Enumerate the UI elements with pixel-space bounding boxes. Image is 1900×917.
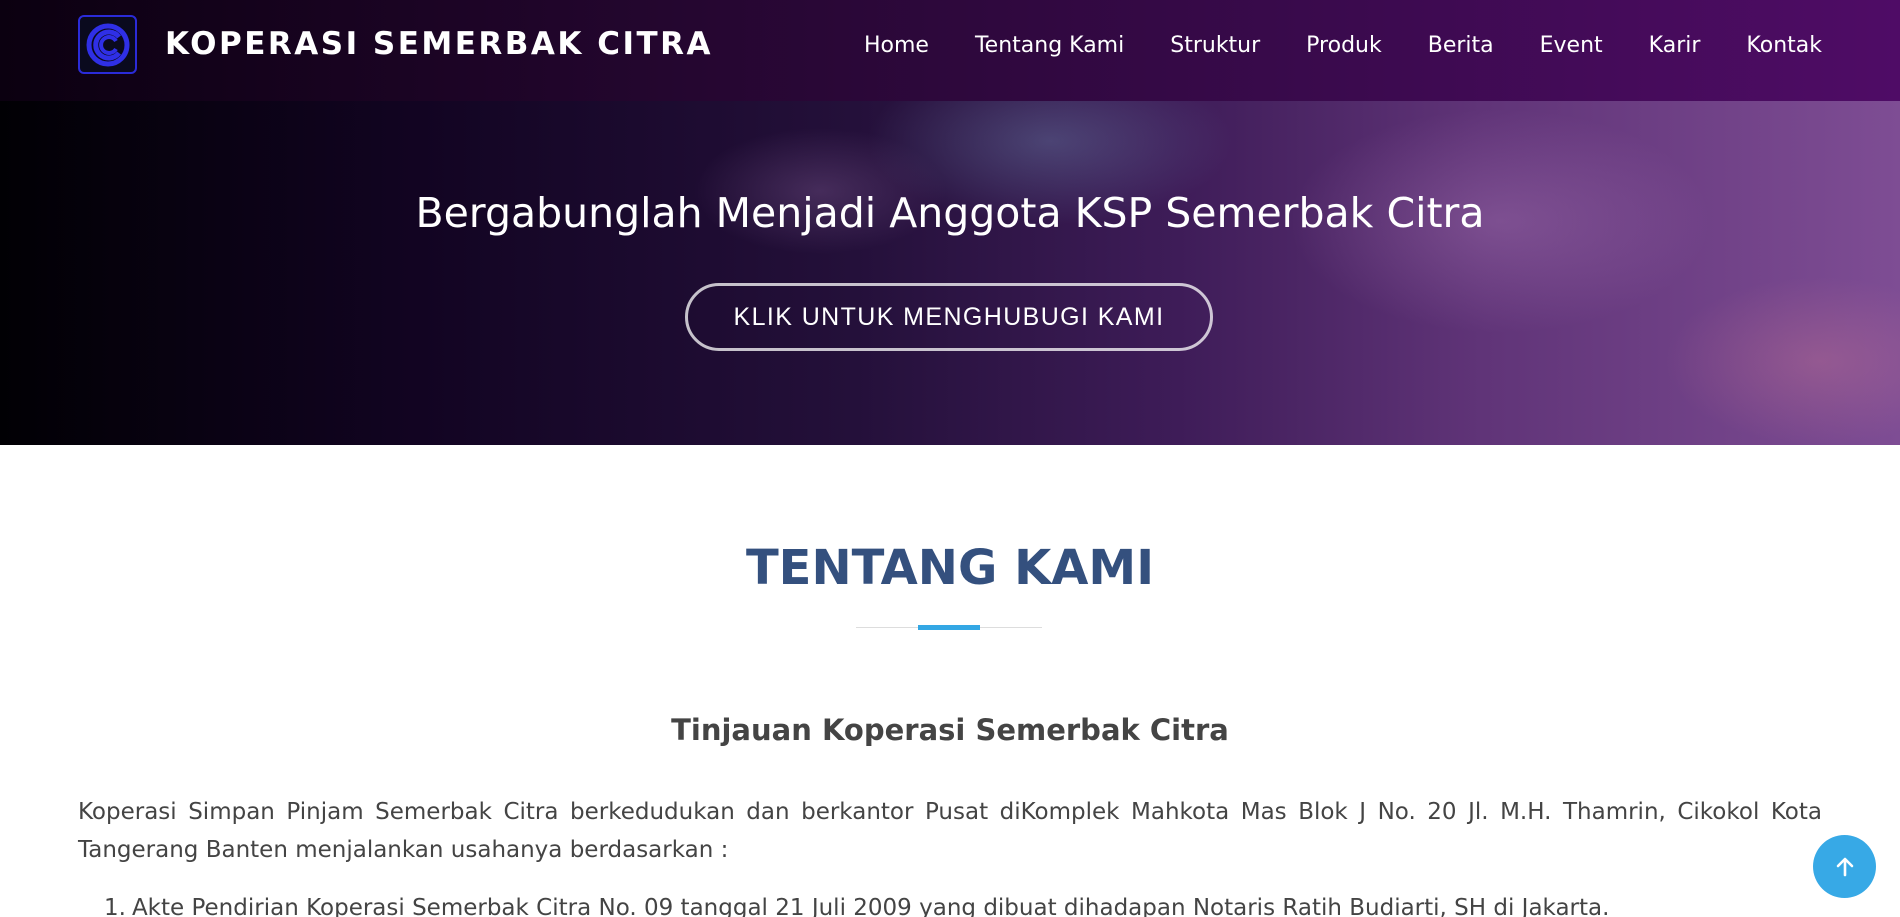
list-item: 1. Akte Pendirian Koperasi Semerbak Citra…: [104, 889, 1804, 917]
cs-logo-icon[interactable]: [78, 15, 137, 74]
section-title: TENTANG KAMI: [745, 540, 1155, 596]
contact-us-button[interactable]: KLIK UNTUK MENGHUBUGI KAMI: [685, 283, 1213, 351]
navbar: KOPERASI SEMERBAK CITRA Home Tentang Kam…: [0, 0, 1900, 101]
title-divider-accent: [918, 625, 980, 630]
nav-item-kontak[interactable]: Kontak: [1746, 33, 1822, 58]
main-nav: Home Tentang Kami Struktur Produk Berita…: [818, 0, 1822, 91]
nav-item-tentang-kami[interactable]: Tentang Kami: [975, 33, 1124, 58]
list-item-text: Akte Pendirian Koperasi Semerbak Citra N…: [131, 895, 1610, 917]
brand[interactable]: KOPERASI SEMERBAK CITRA: [78, 15, 713, 74]
legal-basis-list: 1. Akte Pendirian Koperasi Semerbak Citra…: [104, 889, 1804, 917]
about-subtitle: Tinjauan Koperasi Semerbak Citra: [671, 713, 1229, 747]
nav-item-event[interactable]: Event: [1540, 33, 1603, 58]
page: KOPERASI SEMERBAK CITRA Home Tentang Kam…: [0, 0, 1900, 917]
nav-item-berita[interactable]: Berita: [1428, 33, 1494, 58]
brand-name[interactable]: KOPERASI SEMERBAK CITRA: [165, 15, 713, 74]
nav-item-produk[interactable]: Produk: [1306, 33, 1382, 58]
hero-title: Bergabunglah Menjadi Anggota KSP Semerba…: [415, 189, 1485, 237]
list-item-number: 1.: [104, 895, 126, 917]
nav-item-home[interactable]: Home: [864, 33, 929, 58]
back-to-top-button[interactable]: [1813, 835, 1876, 898]
hero-banner: Bergabunglah Menjadi Anggota KSP Semerba…: [0, 101, 1900, 445]
arrow-up-icon: [1836, 857, 1853, 876]
about-paragraph: Koperasi Simpan Pinjam Semerbak Citra be…: [78, 799, 1822, 863]
nav-item-struktur[interactable]: Struktur: [1170, 33, 1260, 58]
nav-item-karir[interactable]: Karir: [1649, 33, 1701, 58]
